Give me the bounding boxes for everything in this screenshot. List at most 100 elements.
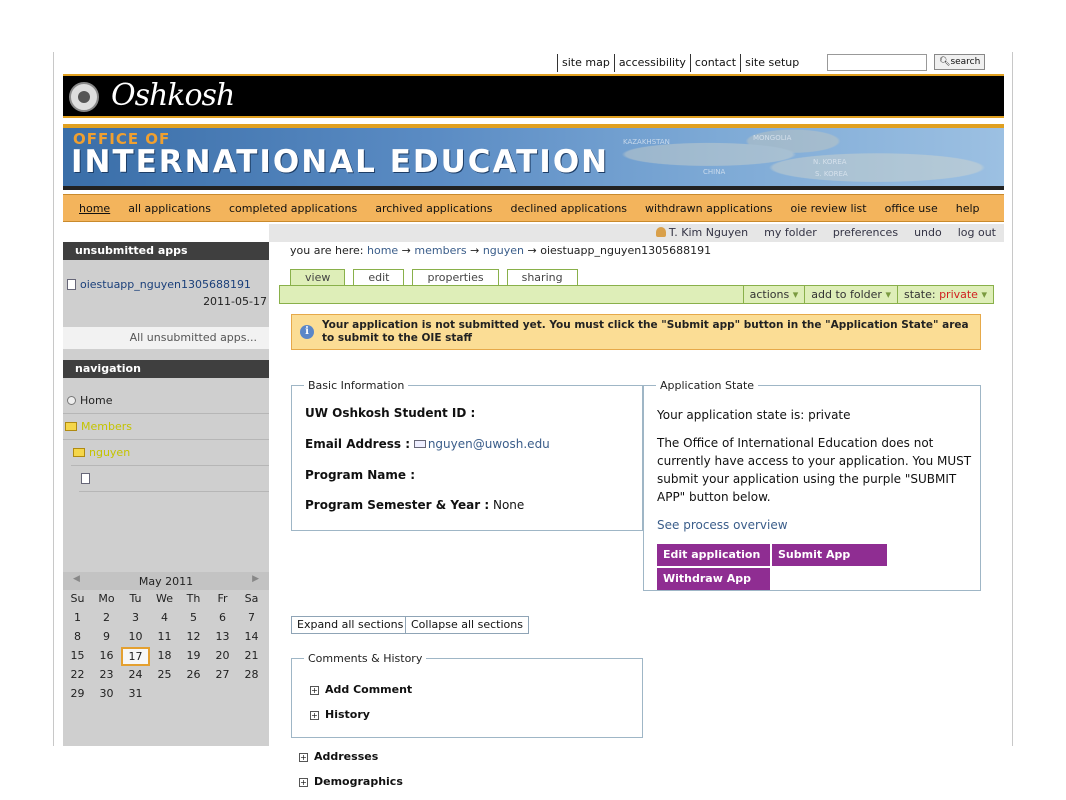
nav-office-use[interactable]: office use	[885, 202, 938, 215]
application-state-legend: Application State	[660, 379, 755, 392]
navigation-tree: Home Members nguyen	[63, 388, 269, 492]
calendar-day[interactable]: 21	[237, 647, 266, 666]
calendar-day[interactable]: 11	[150, 628, 179, 647]
breadcrumb-members[interactable]: members	[414, 244, 466, 257]
status-message: i Your application is not submitted yet.…	[291, 314, 981, 350]
tab-properties[interactable]: properties	[412, 269, 499, 285]
map-label: N. KOREA	[813, 158, 847, 166]
calendar-day-today[interactable]: 17	[121, 647, 150, 666]
all-unsubmitted-apps-link[interactable]: All unsubmitted apps...	[63, 327, 269, 349]
oshkosh-logo[interactable]: Oshkosh	[111, 78, 235, 113]
preferences-link[interactable]: preferences	[833, 226, 898, 239]
calendar-day[interactable]: 27	[208, 666, 237, 685]
tab-view[interactable]: view	[290, 269, 346, 285]
calendar-day[interactable]: 1	[63, 609, 92, 628]
search-icon: 🔍︎	[939, 57, 951, 67]
tab-sharing[interactable]: sharing	[506, 269, 578, 285]
search-button[interactable]: 🔍︎search	[934, 54, 986, 70]
calendar-day[interactable]: 12	[179, 628, 208, 647]
calendar-day[interactable]: 24	[121, 666, 150, 685]
prev-month-icon[interactable]: ◀	[73, 574, 80, 584]
calendar-day[interactable]: 22	[63, 666, 92, 685]
add-to-folder-menu[interactable]: add to folder	[804, 286, 897, 303]
email-row: Email Address : nguyen@uwosh.edu	[305, 437, 550, 451]
calendar-day[interactable]: 16	[92, 647, 121, 666]
calendar-day[interactable]: 7	[237, 609, 266, 628]
calendar-day[interactable]: 10	[121, 628, 150, 647]
nav-all-applications[interactable]: all applications	[128, 202, 211, 215]
actions-menu[interactable]: actions	[742, 286, 805, 303]
collapse-all-sections-button[interactable]: Collapse all sections	[405, 616, 529, 634]
addresses-toggle[interactable]: + Addresses	[299, 750, 378, 763]
expand-plus-icon: +	[299, 753, 308, 762]
process-overview-link[interactable]: See process overview	[657, 518, 788, 532]
university-seal-icon	[69, 82, 99, 112]
calendar-day[interactable]: 8	[63, 628, 92, 647]
mail-icon	[413, 440, 426, 448]
email-link[interactable]: nguyen@uwosh.edu	[428, 437, 550, 451]
next-month-icon[interactable]: ▶	[252, 574, 259, 584]
my-folder-link[interactable]: my folder	[764, 226, 817, 239]
nav-completed-applications[interactable]: completed applications	[229, 202, 357, 215]
calendar-day[interactable]: 20	[208, 647, 237, 666]
nav-declined-applications[interactable]: declined applications	[511, 202, 628, 215]
calendar-day[interactable]: 6	[208, 609, 237, 628]
nav-help[interactable]: help	[956, 202, 980, 215]
unsubmitted-app-link[interactable]: oiestuapp_nguyen1305688191	[67, 278, 251, 291]
calendar-day[interactable]: 3	[121, 609, 150, 628]
calendar-day[interactable]: 25	[150, 666, 179, 685]
search-input[interactable]	[827, 54, 927, 71]
personal-bar: T. Kim Nguyen my folder preferences undo…	[269, 224, 1004, 242]
calendar-day[interactable]: 19	[179, 647, 208, 666]
state-menu[interactable]: state: private	[896, 286, 993, 303]
document-icon	[67, 279, 76, 290]
nav-withdrawn-applications[interactable]: withdrawn applications	[645, 202, 772, 215]
user-name-link[interactable]: T. Kim Nguyen	[655, 226, 748, 239]
nav-tree-document[interactable]	[79, 466, 269, 492]
history-toggle[interactable]: + History	[310, 708, 370, 721]
nav-tree-home[interactable]: Home	[63, 388, 269, 414]
add-comment-toggle[interactable]: + Add Comment	[310, 683, 412, 696]
calendar-day[interactable]: 18	[150, 647, 179, 666]
calendar-day[interactable]: 4	[150, 609, 179, 628]
calendar-day[interactable]: 26	[179, 666, 208, 685]
withdraw-app-button[interactable]: Withdraw App	[657, 568, 770, 590]
application-state-fieldset: Application State Your application state…	[643, 379, 981, 591]
calendar-day[interactable]: 2	[92, 609, 121, 628]
weekday-label: We	[156, 592, 173, 605]
calendar-day[interactable]: 23	[92, 666, 121, 685]
calendar-day[interactable]: 30	[92, 685, 121, 704]
site-map-link[interactable]: site map	[557, 54, 614, 72]
log-out-link[interactable]: log out	[958, 226, 996, 239]
submit-app-button[interactable]: Submit App	[772, 544, 887, 566]
expand-plus-icon: +	[299, 778, 308, 787]
calendar-day[interactable]: 31	[121, 685, 150, 704]
calendar-day[interactable]: 13	[208, 628, 237, 647]
expand-all-sections-button[interactable]: Expand all sections	[291, 616, 410, 634]
edit-application-button[interactable]: Edit application	[657, 544, 770, 566]
calendar-month: May 2011	[138, 575, 194, 588]
nav-tree-members[interactable]: Members	[63, 414, 269, 440]
unsubmitted-apps-header: unsubmitted apps	[63, 242, 269, 260]
nav-archived-applications[interactable]: archived applications	[375, 202, 492, 215]
undo-link[interactable]: undo	[914, 226, 942, 239]
calendar-day[interactable]: 9	[92, 628, 121, 647]
tab-edit[interactable]: edit	[353, 269, 405, 285]
comments-history-legend: Comments & History	[308, 652, 423, 665]
breadcrumb-nguyen[interactable]: nguyen	[483, 244, 524, 257]
calendar-day[interactable]: 29	[63, 685, 92, 704]
calendar-day[interactable]: 28	[237, 666, 266, 685]
accessibility-link[interactable]: accessibility	[613, 54, 690, 72]
nav-oie-review-list[interactable]: oie review list	[791, 202, 867, 215]
demographics-toggle[interactable]: + Demographics	[299, 775, 403, 788]
calendar-day[interactable]: 15	[63, 647, 92, 666]
nav-tree-nguyen[interactable]: nguyen	[71, 440, 269, 466]
calendar-day[interactable]: 5	[179, 609, 208, 628]
calendar-grid: Su Mo Tu We Th Fr Sa 1 2 3 4 5 6 7 8 9 10 11 12 13 14…	[63, 590, 269, 704]
site-setup-link[interactable]: site setup	[740, 54, 803, 72]
contact-link[interactable]: contact	[689, 54, 740, 72]
breadcrumb-home[interactable]: home	[367, 244, 398, 257]
calendar-day[interactable]: 14	[237, 628, 266, 647]
nav-home[interactable]: home	[79, 202, 110, 215]
weekday-label: Su	[70, 592, 85, 605]
